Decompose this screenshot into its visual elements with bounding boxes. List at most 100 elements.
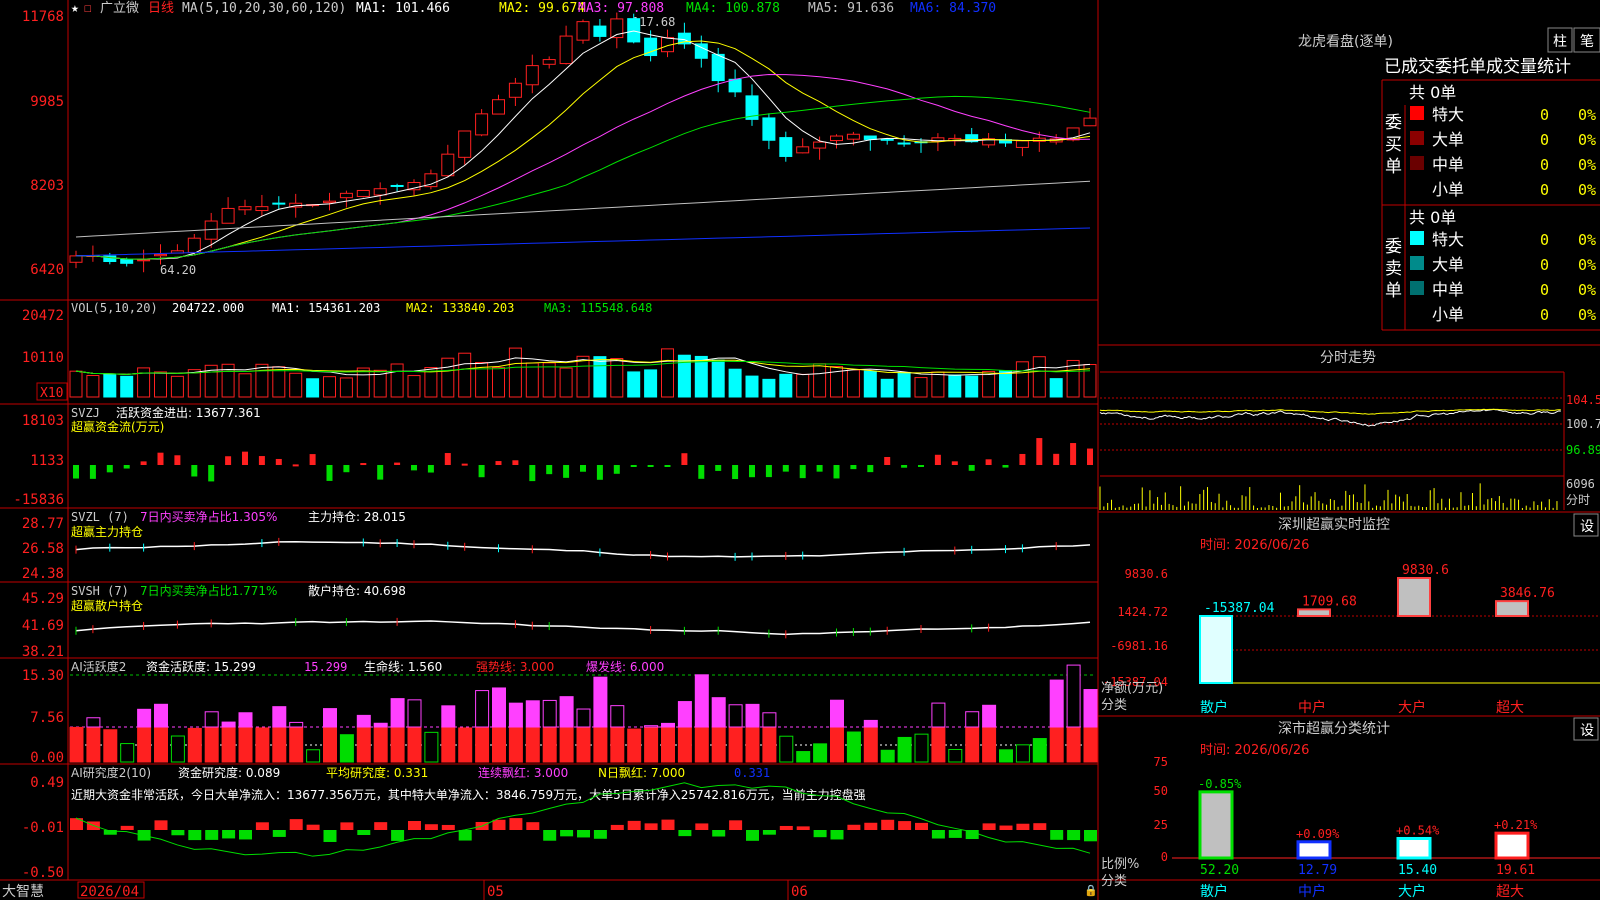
vol-bar	[137, 367, 151, 398]
sell-total: 共 0单	[1409, 208, 1456, 227]
candle-body	[627, 18, 641, 43]
fund-flow-bar	[275, 458, 282, 465]
activity-bar	[644, 726, 659, 763]
fund-flow-bar	[596, 465, 603, 480]
activity-burst-bar	[289, 721, 304, 728]
ratio-bar	[1296, 840, 1332, 860]
research-bar	[424, 824, 438, 830]
svg-text:-15836: -15836	[13, 492, 64, 508]
activity-bar	[779, 735, 794, 763]
vol-bar	[323, 376, 336, 398]
research-bar	[408, 821, 421, 830]
ratio-value: 15.40	[1398, 863, 1437, 878]
fund-flow-bar	[884, 456, 891, 465]
lock-icon[interactable]: 🔒	[1084, 884, 1098, 897]
ratio-bar	[1494, 831, 1530, 860]
activity-burst-bar	[931, 702, 946, 728]
candle-body	[897, 142, 911, 145]
activity-bar	[441, 726, 456, 763]
fund-flow-bar	[867, 465, 874, 473]
research-bar	[154, 820, 168, 830]
vol-axis: 20472 10110	[22, 308, 64, 366]
activity-burst-bar	[390, 698, 405, 728]
svg-text:-0.50: -0.50	[22, 865, 64, 881]
activity-bar	[576, 726, 591, 763]
candle-body	[796, 146, 810, 154]
candle-body	[339, 192, 353, 199]
candle-body	[694, 43, 708, 59]
activity-bar	[863, 726, 878, 763]
activity-burst-bar	[238, 712, 253, 728]
intraday-panel: 分时走势 104.5 100.7 96.89 6096 分时	[1099, 350, 1600, 510]
research-bar	[272, 830, 286, 837]
fund-flow-bar	[563, 465, 570, 478]
fund-flow-bar	[1002, 465, 1009, 468]
fund-flow-bar	[478, 465, 485, 478]
stock-chart-window[interactable]: ★ ☐ 广立微 日线 MA(5,10,20,30,60,120) MA1: 10…	[0, 0, 1600, 900]
svg-text:设[interactable]: 设	[1580, 723, 1594, 739]
order-size-label: 特大	[1432, 230, 1464, 249]
research-bar	[357, 830, 371, 835]
activity-burst-bar	[1066, 664, 1081, 728]
svg-text:生命线: 1.560: 生命线: 1.560	[364, 659, 442, 674]
bottom-axis: 大智慧 2026/04 05 06 🔒	[2, 880, 1098, 900]
vol-bar	[931, 371, 945, 398]
fund-flow-bar	[901, 465, 908, 468]
candle-body	[593, 25, 607, 37]
svg-text:超赢主力持仓: 超赢主力持仓	[71, 524, 143, 539]
activity-burst-bar	[525, 700, 540, 728]
svg-text:38.21: 38.21	[22, 644, 64, 660]
activity-burst-bar	[593, 676, 608, 728]
activity-bar	[880, 749, 895, 763]
svg-text:7日内买卖净占比1.305%: 7日内买卖净占比1.305%	[140, 509, 277, 524]
candle-body	[830, 135, 843, 142]
category-label: 中户	[1298, 883, 1326, 900]
vol-bar	[356, 367, 370, 398]
research-bar	[458, 830, 472, 841]
activity-burst-bar	[508, 702, 523, 728]
activity-bar	[796, 751, 811, 763]
activity-bar	[458, 727, 473, 763]
intraday-title: 分时走势	[1320, 350, 1376, 366]
vol-unit[interactable]: X10	[40, 386, 63, 401]
activity-bar	[525, 726, 540, 763]
svg-text:6420: 6420	[30, 262, 64, 278]
order-pct: 0%	[1578, 181, 1596, 199]
order-size-label: 中单	[1432, 155, 1464, 174]
activity-bar	[424, 731, 439, 763]
svzl-header: SVZL (7) 7日内买卖净占比1.305% 主力持仓: 28.015 超赢主…	[71, 509, 406, 539]
category-label: 散户	[1200, 883, 1228, 900]
svzl-line-path	[75, 540, 1091, 558]
research-bar	[577, 830, 590, 838]
svg-text:柱[interactable]: 柱	[1553, 34, 1567, 50]
fund-flow-bar	[546, 465, 553, 475]
activity-bar	[187, 727, 202, 763]
svg-text:MA1: 154361.203: MA1: 154361.203	[272, 301, 380, 315]
vol-bar	[154, 371, 167, 398]
vol-bar	[846, 369, 860, 398]
fund-flow-bar	[985, 459, 992, 465]
fund-flow-bar	[157, 452, 164, 465]
activity-bar	[711, 726, 726, 763]
research-bar	[948, 830, 962, 838]
net-flow-bar	[1397, 577, 1431, 617]
vol-bar	[170, 375, 184, 398]
svg-text:笔[interactable]: 笔	[1580, 34, 1594, 50]
vol-bar	[762, 378, 776, 398]
svg-text:设[interactable]: 设	[1580, 519, 1594, 535]
activity-burst-bar	[762, 712, 777, 728]
activity-burst-bar	[982, 704, 997, 728]
period-label[interactable]: 日线	[148, 1, 174, 16]
svzl-axis: 28.77 26.58 24.38	[22, 516, 64, 582]
vol-bar	[306, 378, 320, 398]
activity-burst-bar	[441, 705, 456, 728]
svg-text:MA3: 115548.648: MA3: 115548.648	[544, 301, 652, 315]
research-bar	[813, 830, 827, 838]
star-icon[interactable]: ★	[71, 1, 79, 16]
activity-bar	[289, 726, 304, 763]
fund-flow-bar	[613, 465, 620, 474]
activity-bar	[948, 748, 963, 763]
svg-text:VOL(5,10,20): VOL(5,10,20)	[71, 301, 158, 315]
candle-body	[1015, 140, 1029, 148]
vol-bar	[1049, 378, 1063, 398]
